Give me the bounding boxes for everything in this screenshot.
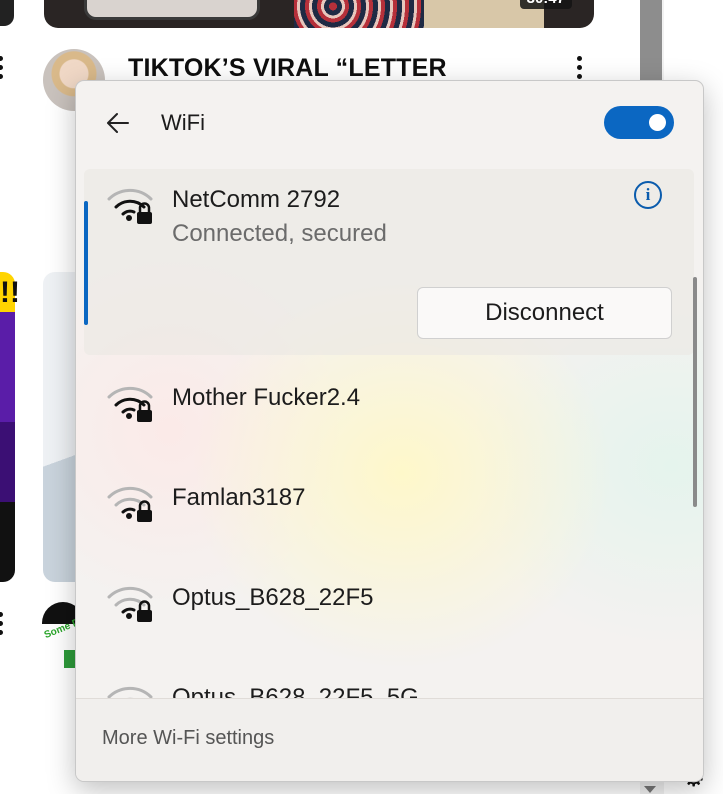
network-list: NetComm 2792 Connected, secured i Discon… bbox=[76, 169, 703, 699]
panel-footer: More Wi-Fi settings bbox=[76, 698, 703, 781]
info-icon[interactable]: i bbox=[634, 181, 662, 209]
page-scrollbar-thumb[interactable] bbox=[640, 0, 662, 90]
left-card-text: !! bbox=[0, 276, 20, 309]
network-item[interactable]: Optus_B628_22F5_5G bbox=[84, 667, 694, 699]
network-name: Optus_B628_22F5 bbox=[172, 584, 374, 611]
network-name: Mother Fucker2.4 bbox=[172, 384, 361, 411]
panel-title: WiFi bbox=[161, 110, 205, 135]
more-wifi-settings-link[interactable]: More Wi-Fi settings bbox=[102, 727, 274, 750]
left-more-options-icon-2[interactable] bbox=[0, 612, 4, 639]
thumbnail-phone-image bbox=[84, 0, 260, 20]
network-item[interactable]: Optus_B628_22F5 bbox=[84, 567, 694, 667]
video-more-options-icon[interactable] bbox=[577, 56, 583, 83]
background-thumbnail-left[interactable] bbox=[0, 0, 14, 26]
wifi-secured-icon bbox=[107, 188, 153, 224]
thumbnail-floral-image bbox=[294, 0, 424, 28]
wifi-flyout-panel: WiFi NetComm 2792 Connected, secured i D… bbox=[75, 80, 704, 782]
network-item-connected[interactable]: NetComm 2792 Connected, secured i Discon… bbox=[84, 169, 694, 355]
wifi-secured-icon bbox=[107, 586, 153, 622]
network-name: Famlan3187 bbox=[172, 484, 306, 511]
back-arrow-icon bbox=[107, 113, 129, 133]
list-scrollbar-thumb[interactable] bbox=[693, 277, 697, 507]
network-item[interactable]: Mother Fucker2.4 bbox=[84, 367, 694, 467]
back-button[interactable] bbox=[102, 108, 136, 138]
background-video-card-left[interactable] bbox=[0, 272, 15, 582]
wifi-secured-icon bbox=[107, 386, 153, 422]
toggle-knob bbox=[649, 114, 666, 131]
wifi-secured-icon bbox=[107, 686, 153, 699]
network-name: NetComm 2792 bbox=[172, 186, 341, 213]
wifi-toggle[interactable] bbox=[604, 106, 674, 139]
wifi-secured-icon bbox=[107, 486, 153, 522]
video-title[interactable]: TIKTOK’S VIRAL “LETTER bbox=[128, 54, 447, 83]
video-duration: 30:47 bbox=[519, 0, 572, 9]
left-more-options-icon[interactable] bbox=[0, 56, 4, 83]
disconnect-button[interactable]: Disconnect bbox=[417, 287, 672, 339]
selected-indicator bbox=[84, 201, 88, 325]
network-status: Connected, secured bbox=[172, 220, 387, 247]
scroll-down-arrow-icon[interactable] bbox=[644, 786, 656, 793]
network-name: Optus_B628_22F5_5G bbox=[172, 684, 419, 699]
video-thumbnail[interactable]: 30:47 bbox=[44, 0, 594, 28]
network-item[interactable]: Famlan3187 bbox=[84, 467, 694, 567]
